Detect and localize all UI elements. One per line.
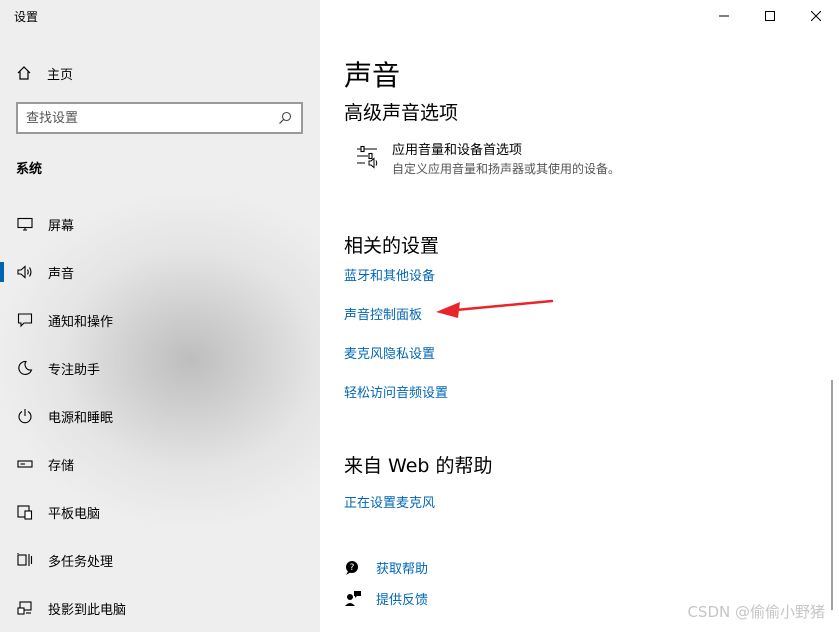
sidebar-item-storage[interactable]: 存储 <box>0 440 320 488</box>
storage-icon <box>16 455 34 473</box>
feedback-label: 提供反馈 <box>376 593 429 608</box>
monitor-icon <box>16 215 34 233</box>
bluetooth-devices-link[interactable]: 蓝牙和其他设备 <box>344 265 435 284</box>
section-label: 系统 <box>16 162 43 177</box>
setting-up-microphone-link[interactable]: 正在设置麦克风 <box>344 492 435 511</box>
sound-control-panel-link[interactable]: 声音控制面板 <box>344 304 422 323</box>
feedback-link[interactable]: 提供反馈 <box>344 589 428 608</box>
tablet-icon <box>16 503 34 521</box>
web-help-heading: 来自 Web 的帮助 <box>344 455 493 477</box>
svg-text:?: ? <box>350 563 355 573</box>
sidebar-item-label: 通知和操作 <box>48 314 114 330</box>
microphone-privacy-link[interactable]: 麦克风隐私设置 <box>344 343 435 362</box>
home-label: 主页 <box>47 67 74 83</box>
app-volume-title: 应用音量和设备首选项 <box>392 143 523 158</box>
sidebar-item-label: 声音 <box>48 266 75 282</box>
sidebar-item-notifications[interactable]: 通知和操作 <box>0 296 320 344</box>
nav-list: 屏幕 声音 通知和操作 专注助手 电源和睡眠 存储 平板电脑 多任务处理 投影到… <box>0 200 320 632</box>
app-volume-option[interactable]: 应用音量和设备首选项 自定义应用音量和扬声器或其使用的设备。 <box>354 142 620 178</box>
sidebar-item-label: 投影到此电脑 <box>48 602 127 618</box>
moon-icon <box>16 359 34 377</box>
sidebar-item-label: 存储 <box>48 458 75 474</box>
watermark: CSDN @偷偷小野猪 <box>687 603 825 621</box>
app-title: 设置 <box>14 10 39 24</box>
speaker-icon <box>16 263 34 281</box>
sidebar: 设置 主页 系统 屏幕 声音 通知和操作 <box>0 0 320 632</box>
feedback-icon <box>344 590 362 608</box>
sidebar-item-sound[interactable]: 声音 <box>0 248 320 296</box>
get-help-label: 获取帮助 <box>376 562 429 577</box>
sidebar-item-label: 多任务处理 <box>48 554 114 570</box>
app-volume-description: 自定义应用音量和扬声器或其使用的设备。 <box>392 162 621 176</box>
advanced-sound-heading: 高级声音选项 <box>344 102 459 124</box>
search-box[interactable] <box>16 102 303 134</box>
search-icon[interactable] <box>277 110 293 126</box>
home-icon <box>16 65 32 81</box>
sidebar-item-project[interactable]: 投影到此电脑 <box>0 584 320 632</box>
home-link[interactable]: 主页 <box>16 62 73 84</box>
project-icon <box>16 599 34 617</box>
sidebar-item-multitasking[interactable]: 多任务处理 <box>0 536 320 584</box>
sidebar-item-tablet[interactable]: 平板电脑 <box>0 488 320 536</box>
app-volume-icon <box>354 142 382 170</box>
sidebar-item-focus[interactable]: 专注助手 <box>0 344 320 392</box>
related-settings-heading: 相关的设置 <box>344 235 440 257</box>
main-content: 声音 高级声音选项 应用音量和设备首选项 自定义应用音量和扬声器或其使用的设备。… <box>344 0 824 632</box>
get-help-link[interactable]: ? 获取帮助 <box>344 558 428 577</box>
sidebar-item-label: 电源和睡眠 <box>48 410 114 426</box>
scrollbar[interactable] <box>831 380 833 610</box>
sidebar-item-display[interactable]: 屏幕 <box>0 200 320 248</box>
page-title: 声音 <box>344 59 401 92</box>
sidebar-item-label: 专注助手 <box>48 362 101 378</box>
search-input[interactable] <box>26 110 277 126</box>
ease-of-access-audio-link[interactable]: 轻松访问音频设置 <box>344 382 448 401</box>
help-chat-icon: ? <box>344 559 362 577</box>
notification-icon <box>16 311 34 329</box>
multitask-icon <box>16 551 34 569</box>
red-arrow-annotation <box>436 299 554 318</box>
sidebar-item-label: 屏幕 <box>48 218 75 234</box>
power-icon <box>16 407 34 425</box>
sidebar-item-power[interactable]: 电源和睡眠 <box>0 392 320 440</box>
sidebar-item-label: 平板电脑 <box>48 506 101 522</box>
